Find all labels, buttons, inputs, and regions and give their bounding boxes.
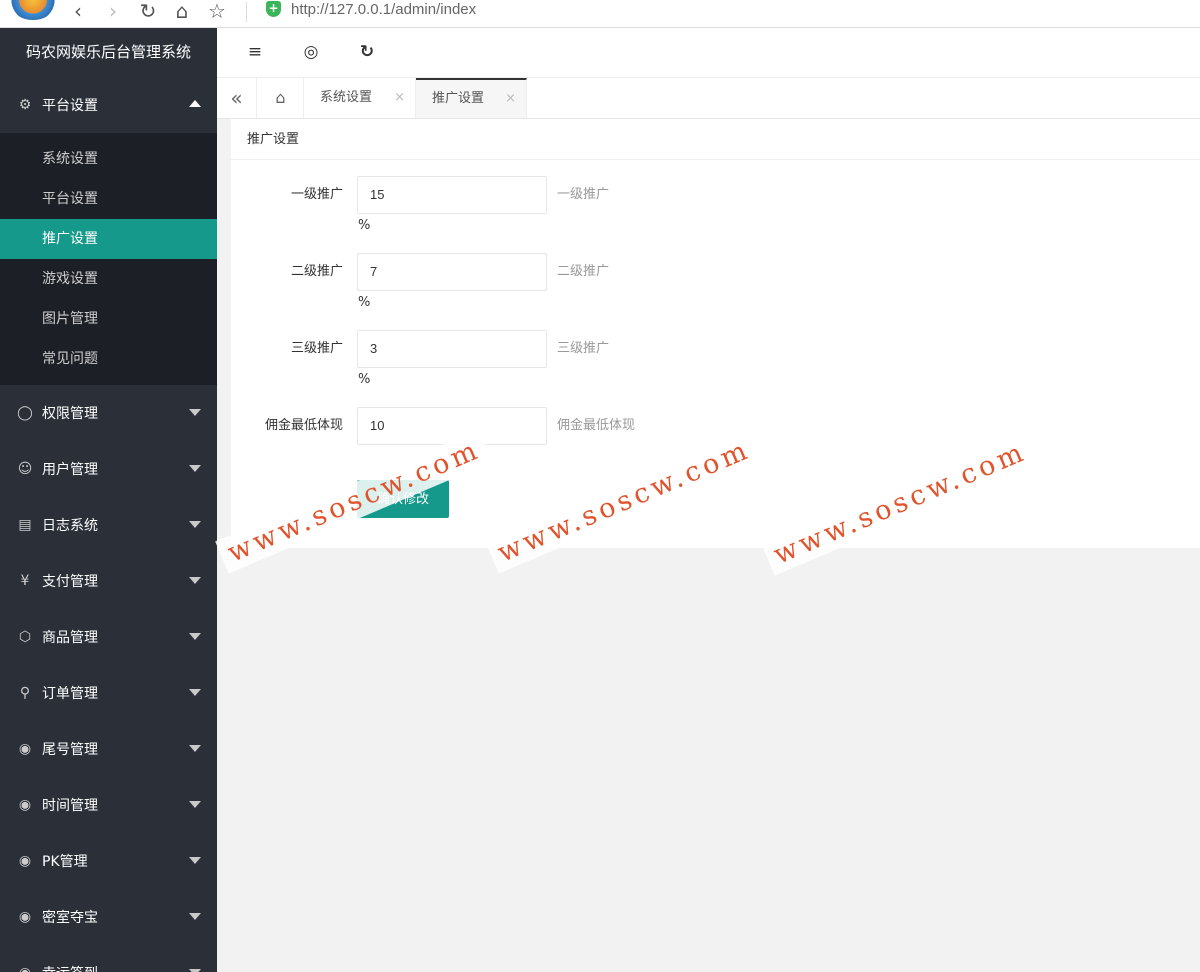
back-icon[interactable]: ‹ [66,0,90,24]
unit-label: % [358,295,371,310]
caret-down-icon [189,521,201,528]
sidebar-group-tail-number[interactable]: ◉ 尾号管理 [0,721,217,777]
sidebar-group-label: 商品管理 [42,630,98,646]
field-hint: 三级推广 [557,341,610,356]
unit-label: % [358,218,371,233]
reload-icon[interactable]: ↻ [136,0,160,24]
compass-icon: ◉ [17,965,33,972]
sidebar-group-payments[interactable]: ¥ 支付管理 [0,553,217,609]
sidebar-group-label: 幸运签到 [42,963,98,972]
sidebar-group-time[interactable]: ◉ 时间管理 [0,777,217,833]
browser-toolbar: ‹ › ↻ ⌂ ☆ + http://127.0.0.1/admin/index [0,0,1200,28]
field-hint: 二级推广 [557,264,610,279]
caret-down-icon [189,857,201,864]
level3-input[interactable]: 3 [357,330,547,368]
field-label: 二级推广 [290,264,343,279]
compass-icon: ◉ [18,909,32,925]
log-icon: ▤ [18,517,32,533]
sidebar-group-products[interactable]: ⬡ 商品管理 [0,609,217,665]
sidebar-group-pk[interactable]: ◉ PK管理 [0,833,217,889]
field-label: 三级推广 [290,341,343,356]
top-header: ≡ ◎ ↻ [217,28,1200,78]
caret-down-icon [189,409,201,416]
sidebar-group-label: 平台设置 [42,98,98,114]
yen-icon: ¥ [20,573,30,589]
min-commission-input[interactable]: 10 [357,407,547,445]
sidebar-group-label: PK管理 [42,854,88,870]
shield-icon: ◯ [17,405,33,421]
tab-system-settings[interactable]: 系统设置 × [304,78,416,118]
home-icon[interactable]: ⌂ [170,0,194,24]
field-label: 一级推广 [290,187,343,202]
user-icon: ☺ [17,461,33,477]
close-icon[interactable]: × [394,78,405,118]
caret-down-icon [189,689,201,696]
compass-icon: ◉ [18,853,32,869]
sidebar-group-label: 订单管理 [42,686,98,702]
sidebar-group-label: 权限管理 [42,406,98,422]
gear-icon: ⚙ [18,97,32,113]
unit-label: % [358,372,371,387]
tabs-scroll-left-icon[interactable]: « [217,78,257,118]
sidebar-group-permissions[interactable]: ◯ 权限管理 [0,385,217,441]
caret-down-icon [189,913,201,920]
field-hint: 佣金最低体现 [557,418,636,433]
close-icon[interactable]: × [505,80,516,118]
tab-bar: « ⌂ 系统设置 × 推广设置 × [217,78,1200,119]
card-title: 推广设置 [231,119,1200,160]
star-icon[interactable]: ☆ [205,0,229,24]
submenu: 系统设置 平台设置 推广设置 游戏设置 图片管理 常见问题 [0,133,217,385]
sidebar-item-image-management[interactable]: 图片管理 [0,299,217,339]
sidebar: 码农网娱乐后台管理系统 ⚙ 平台设置 系统设置 平台设置 推广设置 游戏设置 图… [0,28,217,972]
sidebar-group-label: 日志系统 [42,518,98,534]
caret-up-icon [189,100,201,107]
sidebar-group-logs[interactable]: ▤ 日志系统 [0,497,217,553]
globe-icon[interactable]: ◎ [301,42,321,62]
sidebar-group-label: 密室夺宝 [42,910,98,926]
sidebar-group-label: 支付管理 [42,574,98,590]
level1-input[interactable]: 15 [357,176,547,214]
caret-down-icon [189,633,201,640]
sidebar-group-orders[interactable]: ⚲ 订单管理 [0,665,217,721]
caret-down-icon [189,465,201,472]
tab-promotion-settings[interactable]: 推广设置 × [416,78,527,118]
caret-down-icon [189,577,201,584]
sidebar-group-users[interactable]: ☺ 用户管理 [0,441,217,497]
address-bar[interactable]: http://127.0.0.1/admin/index [291,0,476,20]
sidebar-item-system-settings[interactable]: 系统设置 [0,139,217,179]
sidebar-group-label: 用户管理 [42,462,98,478]
box-icon: ⬡ [18,629,32,645]
menu-fold-icon[interactable]: ≡ [245,42,265,62]
caret-down-icon [189,745,201,752]
compass-icon: ◉ [18,797,32,813]
sidebar-item-promotion-settings[interactable]: 推广设置 [0,219,217,259]
field-label: 佣金最低体现 [264,418,343,433]
tab-label: 推广设置 [432,91,485,106]
app-brand[interactable]: 码农网娱乐后台管理系统 [0,28,217,77]
refresh-icon[interactable]: ↻ [357,42,377,62]
sidebar-item-faq[interactable]: 常见问题 [0,339,217,379]
cart-icon: ⚲ [19,685,31,701]
forward-icon[interactable]: › [101,0,125,24]
tab-label: 系统设置 [320,90,373,105]
compass-icon: ◉ [18,741,32,757]
sidebar-item-game-settings[interactable]: 游戏设置 [0,259,217,299]
browser-logo [10,0,56,20]
sidebar-group-platform-settings[interactable]: ⚙ 平台设置 [0,77,217,133]
home-tab-icon[interactable]: ⌂ [258,78,304,118]
caret-down-icon [189,801,201,808]
level2-input[interactable]: 7 [357,253,547,291]
sidebar-item-platform-settings[interactable]: 平台设置 [0,179,217,219]
sidebar-group-label: 时间管理 [42,798,98,814]
toolbar-divider [246,2,247,22]
shield-icon: + [266,1,281,17]
sidebar-group-treasure-room[interactable]: ◉ 密室夺宝 [0,889,217,945]
field-hint: 一级推广 [557,187,610,202]
sidebar-group-lucky-checkin[interactable]: ◉ 幸运签到 [0,945,217,972]
sidebar-group-label: 尾号管理 [42,742,98,758]
